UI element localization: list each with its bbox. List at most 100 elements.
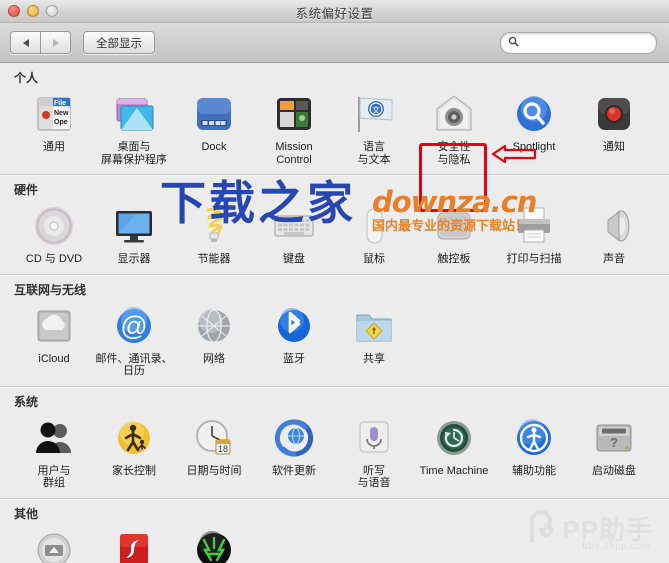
pref-pane-general[interactable]: File New Ope 通用 bbox=[14, 88, 94, 166]
users-groups-icon bbox=[30, 414, 78, 462]
pref-pane-notifications[interactable]: 通知 bbox=[574, 88, 654, 166]
energy-saver-icon bbox=[190, 202, 238, 250]
pref-pane-mouse[interactable]: 鼠标 bbox=[334, 200, 414, 266]
section-hardware: 硬件 CD 与 DVD 显示器 节能器 键盘 鼠标 触控板 打印与扫描 声音 bbox=[0, 175, 669, 275]
flash-player-icon bbox=[110, 526, 158, 563]
search-field[interactable] bbox=[500, 32, 657, 54]
pref-pane-sharing[interactable]: 共享 bbox=[334, 300, 414, 378]
icloud-icon bbox=[30, 302, 78, 350]
pointer-arrow-icon bbox=[491, 143, 537, 170]
accessibility-icon bbox=[510, 414, 558, 462]
pref-pane-label: 节能器 bbox=[197, 253, 231, 265]
pref-pane-airserver[interactable]: AirServer bbox=[14, 524, 94, 563]
section-title-internet: 互联网与无线 bbox=[14, 282, 87, 297]
pref-pane-print-scan[interactable]: 打印与扫描 bbox=[494, 200, 574, 266]
pref-pane-label: 蓝牙 bbox=[283, 352, 305, 365]
displays-icon bbox=[110, 202, 158, 250]
mission-control-icon bbox=[270, 90, 318, 138]
pref-pane-desktop-screensaver[interactable]: 桌面与 屏幕保护程序 bbox=[94, 88, 174, 166]
section-personal-row: File New Ope 通用 桌面与 屏幕保护程序 Dock Mission … bbox=[0, 88, 669, 172]
window-title: 系统偏好设置 bbox=[295, 7, 374, 21]
forward-button[interactable] bbox=[40, 32, 70, 53]
pref-pane-label: 邮件、通讯录、 日历 bbox=[95, 352, 173, 378]
pref-pane-label: 键盘 bbox=[283, 253, 305, 265]
spotlight-icon bbox=[510, 90, 558, 138]
pref-pane-flash-player[interactable]: Flash Player bbox=[94, 524, 174, 563]
pref-pane-label: 家长控制 bbox=[112, 464, 156, 477]
section-personal: 个人 File New Ope 通用 桌面与 屏幕保护程序 Dock Missi… bbox=[0, 63, 669, 175]
pref-pane-dock[interactable]: Dock bbox=[174, 88, 254, 166]
pref-pane-startup-disk[interactable]: ? 启动磁盘 bbox=[574, 412, 654, 490]
bluetooth-icon bbox=[270, 302, 318, 350]
section-system-row: 用户与 群组 家长控制 18 日期与时间 软件更新 听写 与语音 Time Ma… bbox=[0, 412, 669, 496]
back-button[interactable] bbox=[11, 32, 40, 53]
date-time-icon: 18 bbox=[190, 414, 238, 462]
section-title-other: 其他 bbox=[14, 506, 39, 521]
section-title-system: 系统 bbox=[14, 394, 39, 409]
startup-disk-icon: ? bbox=[590, 414, 638, 462]
sound-icon bbox=[590, 202, 638, 250]
pref-pane-sound[interactable]: 声音 bbox=[574, 200, 654, 266]
section-title-hardware: 硬件 bbox=[14, 183, 39, 197]
sharing-icon bbox=[350, 302, 398, 350]
pref-pane-label: 通用 bbox=[43, 141, 65, 153]
dock-icon bbox=[190, 90, 238, 138]
pref-pane-bluetooth[interactable]: 蓝牙 bbox=[254, 300, 334, 378]
pref-pane-label: 鼠标 bbox=[363, 253, 385, 265]
nav-segmented-control bbox=[10, 31, 71, 54]
section-other: 其他 AirServer bbox=[0, 499, 669, 563]
pref-pane-label: 触控板 bbox=[437, 253, 471, 265]
pref-pane-date-time[interactable]: 18 日期与时间 bbox=[174, 412, 254, 490]
pref-pane-language-text[interactable]: 文 语言 与文本 bbox=[334, 88, 414, 166]
software-update-icon bbox=[270, 414, 318, 462]
pref-pane-razer-starcraft[interactable]: Razer StarCraft II bbox=[174, 524, 254, 563]
date-badge: 18 bbox=[218, 444, 228, 454]
pref-pane-keyboard[interactable]: 键盘 bbox=[254, 200, 334, 266]
security-privacy-icon bbox=[430, 90, 478, 138]
pref-pane-cd-dvd[interactable]: CD 与 DVD bbox=[14, 200, 94, 266]
show-all-button[interactable]: 全部显示 bbox=[83, 31, 155, 54]
pref-pane-users-groups[interactable]: 用户与 群组 bbox=[14, 412, 94, 490]
search-input[interactable] bbox=[523, 36, 647, 50]
airserver-icon bbox=[30, 526, 78, 563]
pref-pane-network[interactable]: 网络 bbox=[174, 300, 254, 378]
toolbar: 全部显示 bbox=[0, 23, 669, 63]
system-preferences-window: 系统偏好设置 全部显示 个人 File New Ope 通用 桌面与 屏幕保护程… bbox=[0, 0, 669, 563]
pref-pane-time-machine[interactable]: Time Machine bbox=[414, 412, 494, 490]
svg-text:文: 文 bbox=[372, 105, 380, 115]
pref-pane-label: Dock bbox=[201, 141, 227, 153]
pref-pane-label: 通知 bbox=[603, 141, 625, 153]
pref-pane-label: 网络 bbox=[203, 352, 225, 365]
notifications-icon bbox=[590, 90, 638, 138]
pref-pane-accessibility[interactable]: 辅助功能 bbox=[494, 412, 574, 490]
pref-pane-label: Time Machine bbox=[419, 464, 489, 477]
pref-pane-parental-controls[interactable]: 家长控制 bbox=[94, 412, 174, 490]
pref-pane-mission-control[interactable]: Mission Control bbox=[254, 88, 334, 166]
pref-pane-label: 声音 bbox=[603, 253, 625, 265]
pref-pane-label: 共享 bbox=[363, 352, 385, 365]
parental-controls-icon bbox=[110, 414, 158, 462]
section-internet-row: iCloud @ 邮件、通讯录、 日历 网络 蓝牙 共享 bbox=[0, 300, 669, 384]
svg-text:?: ? bbox=[610, 435, 618, 450]
pref-pane-displays[interactable]: 显示器 bbox=[94, 200, 174, 266]
dictation-speech-icon bbox=[350, 414, 398, 462]
pref-pane-software-update[interactable]: 软件更新 bbox=[254, 412, 334, 490]
search-icon bbox=[508, 34, 519, 52]
keyboard-icon bbox=[270, 202, 318, 250]
razer-starcraft-icon bbox=[190, 526, 238, 563]
pref-pane-label: Mission Control bbox=[275, 141, 313, 166]
mail-contacts-calendars-icon: @ bbox=[110, 302, 158, 350]
print-scan-icon bbox=[510, 202, 558, 250]
section-other-row: AirServer Flash Player bbox=[0, 524, 669, 563]
pref-pane-icloud[interactable]: iCloud bbox=[14, 300, 94, 378]
highlight-rectangle-security-privacy bbox=[419, 143, 487, 212]
pref-pane-label: 桌面与 屏幕保护程序 bbox=[101, 141, 167, 166]
pref-pane-dictation-speech[interactable]: 听写 与语音 bbox=[334, 412, 414, 490]
general-window-icon: File New Ope bbox=[30, 90, 78, 138]
pref-pane-energy-saver[interactable]: 节能器 bbox=[174, 200, 254, 266]
title-bar: 系统偏好设置 bbox=[0, 0, 669, 23]
cd-dvd-icon bbox=[30, 202, 78, 250]
pref-pane-label: 启动磁盘 bbox=[592, 464, 636, 477]
pref-pane-mail-contacts-calendars[interactable]: @ 邮件、通讯录、 日历 bbox=[94, 300, 174, 378]
mouse-icon bbox=[350, 202, 398, 250]
